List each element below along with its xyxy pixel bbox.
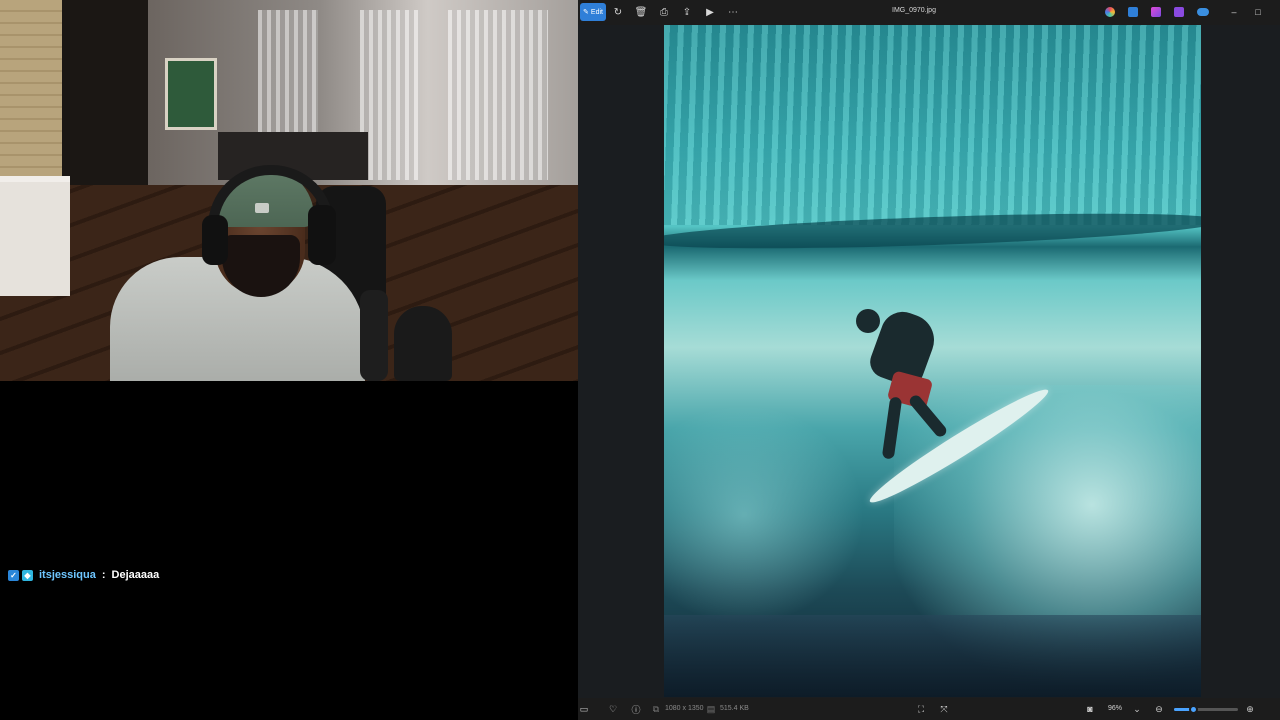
more-icon[interactable]: ⋯ (726, 5, 740, 19)
zoom-out-icon[interactable]: ⊖ (1153, 703, 1165, 715)
rotate-icon[interactable]: ↻ (611, 5, 625, 19)
surfer-head (856, 309, 880, 333)
microphone-icon (394, 306, 452, 381)
mic-arm (360, 290, 388, 381)
zoom-slider-thumb[interactable] (1189, 705, 1199, 714)
chat-message: ✓ ◆ itsjessiqua : Dejaaaaa (8, 569, 159, 581)
status-bar: ▭ ♡ ⓘ ⧉ 1080 x 1350 ▤ 515.4 KB ⛶ ⤧ ◙ 96%… (578, 698, 1280, 720)
minimize-icon[interactable]: – (1228, 6, 1240, 18)
zoom-level[interactable]: 96% (1108, 705, 1122, 712)
foam (664, 405, 864, 625)
chat-text: Dejaaaaa (111, 569, 160, 581)
file-title: IMG_0970.jpg (892, 7, 936, 14)
delete-icon[interactable]: 🗑 (634, 5, 648, 19)
filmstrip-icon[interactable]: ▭ (578, 703, 590, 715)
maximize-icon[interactable]: □ (1252, 6, 1264, 18)
wave-texture (664, 25, 1201, 225)
image-size-icon: ⧉ (652, 703, 660, 714)
app-icon[interactable] (1174, 7, 1184, 17)
streamer (110, 165, 380, 381)
print-icon[interactable]: ⎙ (657, 5, 671, 19)
slideshow-icon[interactable]: ▶ (703, 5, 717, 19)
file-size-icon: ▤ (706, 703, 716, 714)
earcup (202, 215, 228, 265)
photos-app-window: ✎ Edit ↻ 🗑 ⎙ ⇪ ▶ ⋯ IMG_0970.jpg – □ ▭ ♡ … (578, 0, 1280, 720)
fit-to-window-icon[interactable]: ⛶ (915, 703, 927, 715)
cube-badge-icon: ◆ (22, 569, 33, 581)
image-dimensions: 1080 x 1350 (665, 705, 704, 712)
favorite-icon[interactable]: ♡ (607, 703, 619, 715)
edit-button[interactable]: ✎ Edit (580, 3, 606, 21)
webcam-feed (0, 0, 578, 381)
file-size: 515.4 KB (720, 705, 749, 712)
share-icon[interactable]: ⇪ (680, 5, 694, 19)
seabed (664, 615, 1201, 697)
painting-easel (165, 58, 217, 130)
screen: ✓ ◆ itsjessiqua : Dejaaaaa ✎ Edit ↻ 🗑 ⎙ … (0, 0, 1280, 720)
edit-icon: ✎ (583, 9, 589, 16)
curtain (448, 10, 548, 180)
surf-photo[interactable] (664, 25, 1201, 697)
screenshot-icon[interactable]: ◙ (1084, 703, 1096, 715)
zoom-slider[interactable] (1174, 705, 1238, 714)
curtain (360, 10, 420, 180)
chat-username: itsjessiqua (39, 569, 96, 581)
actual-size-icon[interactable]: ⤧ (938, 703, 950, 715)
onedrive-icon[interactable] (1197, 8, 1209, 16)
white-desk (0, 176, 70, 296)
chat-separator: : (101, 569, 106, 581)
zoom-in-icon[interactable]: ⊕ (1244, 703, 1256, 715)
designer-icon[interactable] (1128, 7, 1138, 17)
verified-badge-icon: ✓ (8, 569, 19, 581)
earcup (308, 205, 336, 265)
chat-overlay (0, 381, 578, 720)
copilot-icon[interactable] (1105, 7, 1115, 17)
clipchamp-icon[interactable] (1151, 7, 1161, 17)
info-icon[interactable]: ⓘ (630, 703, 642, 715)
chevron-down-icon[interactable]: ⌄ (1131, 703, 1143, 715)
title-bar: ✎ Edit ↻ 🗑 ⎙ ⇪ ▶ ⋯ IMG_0970.jpg – □ (578, 0, 1280, 25)
image-viewer (578, 25, 1280, 698)
edit-label: Edit (590, 8, 603, 16)
